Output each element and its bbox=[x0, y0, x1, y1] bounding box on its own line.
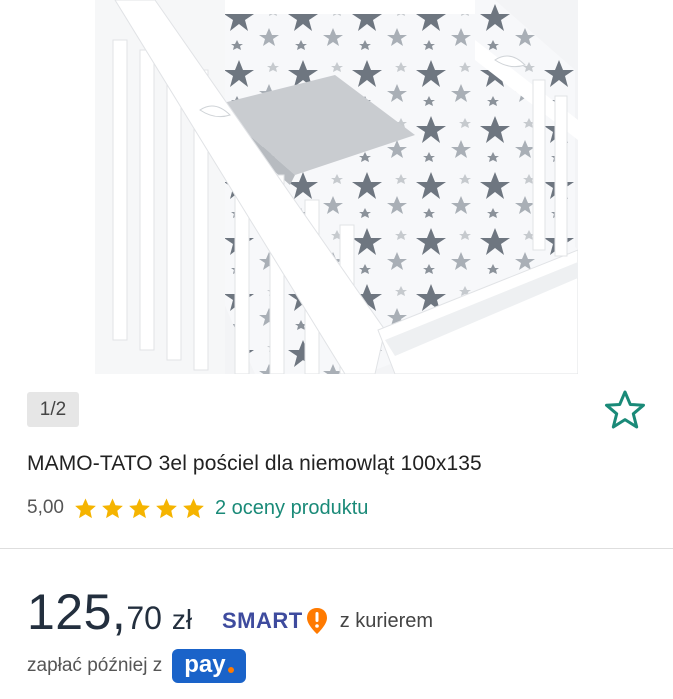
product-gallery[interactable] bbox=[0, 0, 673, 375]
star-filled-icon bbox=[156, 497, 177, 518]
star-filled-icon bbox=[75, 497, 96, 518]
exclamation-shield-icon bbox=[306, 608, 327, 634]
smart-delivery[interactable]: SMART z kurierem bbox=[222, 604, 433, 638]
pay-badge[interactable]: pay bbox=[172, 649, 246, 683]
pay-dot-icon bbox=[227, 667, 234, 673]
price-decimal: 70 bbox=[126, 600, 162, 636]
product-title: MAMO-TATO 3el pościel dla niemowląt 100x… bbox=[27, 452, 482, 475]
pay-later-text: zapłać później z bbox=[27, 655, 163, 676]
smart-label: SMART bbox=[222, 608, 303, 633]
section-divider bbox=[0, 548, 673, 549]
rating-value: 5,00 bbox=[27, 497, 64, 518]
price-currency: zł bbox=[171, 604, 193, 635]
image-counter: 1/2 bbox=[27, 392, 79, 427]
pay-later: zapłać później z pay bbox=[27, 649, 246, 683]
rating-stars bbox=[74, 497, 205, 520]
add-to-favorites-button[interactable] bbox=[602, 388, 648, 432]
crib-illustration bbox=[95, 0, 578, 374]
star-filled-icon bbox=[183, 497, 204, 518]
product-rating: 5,00 2 oceny produktu bbox=[27, 494, 368, 522]
product-photo[interactable] bbox=[95, 0, 578, 374]
star-outline-icon bbox=[605, 390, 645, 429]
pay-label: pay bbox=[184, 651, 226, 678]
star-filled-icon bbox=[129, 497, 150, 518]
price-integer: 125, bbox=[27, 584, 127, 640]
courier-text: z kurierem bbox=[339, 609, 434, 632]
star-filled-icon bbox=[102, 497, 123, 518]
reviews-link[interactable]: 2 oceny produktu bbox=[215, 497, 368, 520]
product-price: 125, 70 zł bbox=[27, 583, 192, 643]
